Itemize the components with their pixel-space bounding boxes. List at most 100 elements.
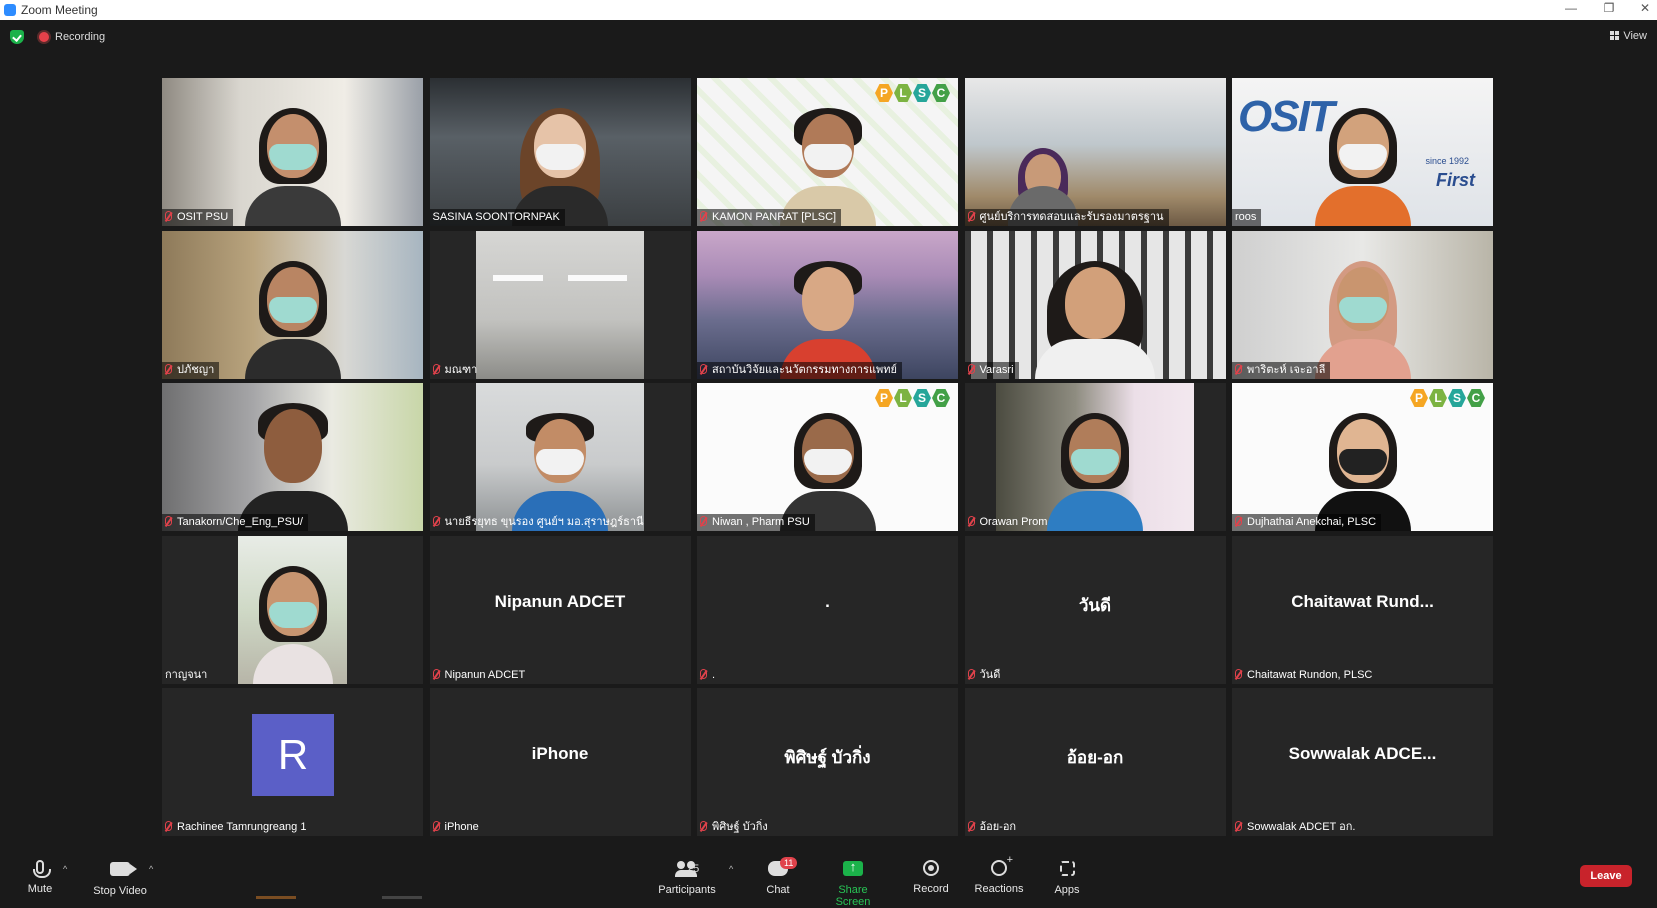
participant-tile[interactable]: พิศิษฐ์ บัวกิ่ง พิศิษฐ์ บัวกิ่ง xyxy=(697,688,958,836)
participant-tile[interactable]: มณฑา xyxy=(429,230,691,379)
participant-tile[interactable]: Chaitawat Rund... Chaitawat Rundon, PLSC xyxy=(1232,535,1493,684)
participant-name: ปภัชญา xyxy=(162,361,220,379)
participant-tile[interactable]: iPhone iPhone xyxy=(429,688,691,836)
participant-tile[interactable]: Sowwalak ADCE... Sowwalak ADCET อก. xyxy=(1232,688,1493,836)
video-feed xyxy=(995,383,1195,531)
participant-name: พาริตะห์ เจะอาลี xyxy=(1232,361,1331,379)
video-options-caret-icon[interactable]: ^ xyxy=(149,864,153,874)
participant-figure xyxy=(1314,259,1411,379)
recording-label[interactable]: Recording xyxy=(55,31,105,43)
participant-tile-active-speaker[interactable]: SASINA SOONTORNPAK xyxy=(429,78,691,226)
participant-name: Chaitawat Rundon, PLSC xyxy=(1232,667,1377,684)
participant-tile[interactable]: PLSC KAMON PANRAT [PLSC] xyxy=(697,78,958,226)
participant-tile[interactable]: สถาบันวิจัยและนวัตกรรมทางการแพทย์ xyxy=(697,230,958,379)
muted-mic-icon xyxy=(165,821,172,831)
since-1992-text: since 1992 xyxy=(1425,156,1469,166)
mute-label: Mute xyxy=(27,883,53,895)
participant-name: Rachinee Tamrungreang 1 xyxy=(162,819,311,836)
participants-button[interactable]: 25 Participants xyxy=(656,858,718,896)
muted-mic-icon xyxy=(1235,516,1242,526)
video-feed: PLSC xyxy=(1232,383,1493,531)
participant-tile[interactable]: OSIT since 1992 First roos xyxy=(1232,78,1493,226)
participant-tile[interactable]: Tanakorn/Che_Eng_PSU/ xyxy=(162,383,423,531)
video-feed xyxy=(476,230,644,379)
participant-tile[interactable]: กาญจนา xyxy=(162,535,423,684)
ceiling-light xyxy=(493,274,544,281)
muted-mic-icon xyxy=(432,821,440,831)
minimize-button[interactable]: — xyxy=(1561,1,1581,15)
audio-options-caret-icon[interactable]: ^ xyxy=(63,864,67,874)
participant-tile[interactable]: PLSC Niwan , Pharm PSU xyxy=(697,383,958,531)
apps-label: Apps xyxy=(1054,884,1080,896)
participant-tile[interactable]: OSIT PSU xyxy=(162,78,423,226)
video-feed xyxy=(476,383,644,531)
reactions-button[interactable]: Reactions xyxy=(974,854,1024,895)
zoom-app-icon xyxy=(4,4,16,16)
participant-name: กาญจนา xyxy=(165,668,208,681)
close-button[interactable]: ✕ xyxy=(1635,1,1655,15)
participant-figure xyxy=(244,106,341,226)
participants-options-caret-icon[interactable]: ^ xyxy=(729,864,733,874)
muted-mic-icon xyxy=(700,516,707,526)
participant-tile[interactable]: ปภัชญา xyxy=(162,230,423,379)
record-label: Record xyxy=(913,883,949,895)
participant-name: OSIT PSU xyxy=(162,209,234,226)
muted-mic-icon xyxy=(700,363,707,374)
participant-name: สถาบันวิจัยและนวัตกรรมทางการแพทย์ xyxy=(697,361,903,379)
participant-name: Orawan Prom xyxy=(965,514,1053,531)
muted-mic-icon xyxy=(967,821,975,831)
record-button[interactable]: Record xyxy=(910,858,952,895)
microphone-icon xyxy=(33,860,51,878)
plsc-logo: PLSC xyxy=(874,84,950,102)
participant-figure xyxy=(779,411,876,531)
participant-figure xyxy=(512,106,608,226)
leave-button[interactable]: Leave xyxy=(1580,865,1632,887)
participant-name: SASINA SOONTORNPAK xyxy=(429,209,565,226)
participant-name: Varasri xyxy=(964,361,1019,379)
share-screen-button[interactable]: Share Screen xyxy=(820,858,886,908)
participant-tile[interactable]: PLSC Dujhathai Anekchai, PLSC xyxy=(1232,383,1493,531)
participant-display-name: iPhone xyxy=(531,744,589,763)
participant-figure xyxy=(1314,411,1411,531)
mute-button[interactable]: Mute xyxy=(22,858,58,895)
participant-name: Tanakorn/Che_Eng_PSU/ xyxy=(162,514,308,531)
first-logo: First xyxy=(1435,170,1475,190)
participant-figure xyxy=(237,401,348,531)
apps-button[interactable]: Apps xyxy=(1050,858,1084,896)
restore-button[interactable]: ❐ xyxy=(1599,1,1619,15)
participant-name: วันดี xyxy=(965,667,1006,684)
participant-tile[interactable]: Orawan Prom xyxy=(964,383,1226,531)
security-shield-icon[interactable] xyxy=(10,30,24,44)
apps-icon xyxy=(1059,861,1075,876)
video-feed xyxy=(964,78,1226,226)
participant-tile[interactable]: Varasri xyxy=(964,230,1226,379)
view-button[interactable]: View xyxy=(1610,30,1647,42)
gallery-view: OSIT PSU SASINA SOONTORNPAK PLSC KAMON P… xyxy=(162,78,1493,836)
share-screen-icon xyxy=(843,859,863,876)
muted-mic-icon xyxy=(967,516,975,526)
participant-figure xyxy=(1047,411,1143,531)
video-feed xyxy=(237,535,348,684)
participant-tile[interactable]: . . xyxy=(697,535,958,684)
participant-figure xyxy=(1314,106,1411,226)
participant-tile[interactable]: นายธีรยุทธ ขุนรอง ศูนย์ฯ มอ.สุราษฎร์ธานี xyxy=(429,383,691,531)
muted-mic-icon xyxy=(700,821,707,831)
plsc-logo: PLSC xyxy=(874,389,950,407)
share-screen-label: Share Screen xyxy=(835,884,871,908)
participant-tile[interactable]: อ้อย-อก อ้อย-อก xyxy=(964,688,1226,836)
participant-tile[interactable]: พาริตะห์ เจะอาลี xyxy=(1232,230,1493,379)
stop-video-button[interactable]: Stop Video xyxy=(88,858,152,897)
participant-display-name: วันดี xyxy=(1078,595,1112,615)
meeting-topbar: Recording View xyxy=(0,20,1657,54)
participant-tile[interactable]: R Rachinee Tamrungreang 1 xyxy=(162,688,423,836)
window-titlebar: Zoom Meeting — ❐ ✕ xyxy=(0,0,1657,20)
participant-tile[interactable]: วันดี วันดี xyxy=(964,535,1226,684)
participant-tile[interactable]: ศูนย์บริการทดสอบและรับรองมาตรฐาน xyxy=(964,78,1226,226)
chat-button[interactable]: 11 Chat xyxy=(758,857,798,896)
muted-mic-icon xyxy=(1235,363,1242,374)
participant-tile[interactable]: Nipanun ADCET Nipanun ADCET xyxy=(429,535,691,684)
participant-figure xyxy=(779,106,876,226)
participant-name: นายธีรยุทธ ขุนรอง ศูนย์ฯ มอ.สุราษฎร์ธานี xyxy=(430,514,649,531)
participant-name: ศูนย์บริการทดสอบและรับรองมาตรฐาน xyxy=(964,209,1169,226)
muted-mic-icon xyxy=(967,363,975,374)
